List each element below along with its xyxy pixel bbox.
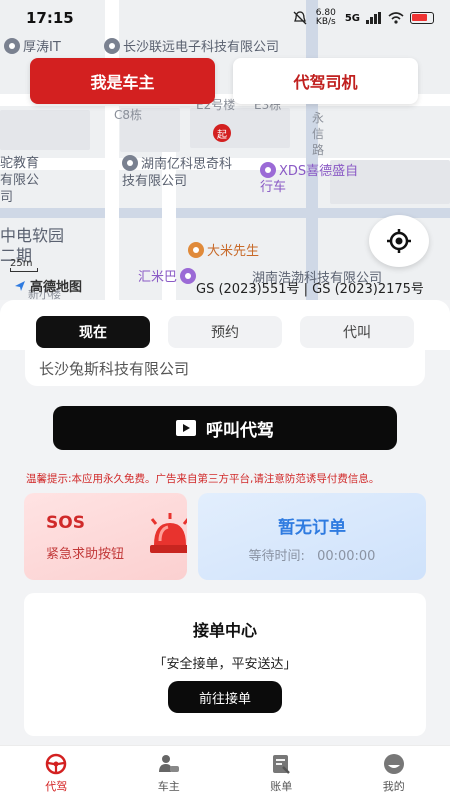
bottom-nav: 代驾 车主 账单 我的 [0,745,450,800]
pickup-address-field[interactable]: 长沙兔斯科技有限公司 [25,350,425,386]
video-icon [176,420,196,436]
map-poi[interactable]: 汇米巴 [138,268,199,287]
map-poi[interactable]: 驼教育有限公司 [0,155,48,206]
nav-label: 账单 [270,779,293,793]
order-wait-time: 等待时间: 00:00:00 [198,545,426,564]
call-driver-label: 呼叫代驾 [206,420,274,441]
user-car-icon [158,753,180,775]
nav-item-car-owner[interactable]: 车主 [113,746,226,800]
map-building [190,108,290,148]
wait-time-value: 00:00:00 [317,549,376,564]
shop-pin-icon [180,268,197,284]
map-scale-bar [10,268,38,272]
bill-icon [270,753,292,775]
locate-button[interactable] [369,215,429,267]
status-time: 17:15 [26,9,74,27]
tab-reserve[interactable]: 预约 [168,316,282,348]
tab-designated-driver[interactable]: 代驾司机 [233,58,418,104]
network-type: 5G [344,12,360,24]
navigation-arrow-icon [15,280,25,291]
nav-label: 代驾 [45,779,68,793]
nav-item-profile[interactable]: 我的 [338,746,450,800]
sos-title: SOS [46,513,85,533]
map-road [0,208,450,218]
tab-call-for-others[interactable]: 代叫 [300,316,414,348]
order-center-title: 接单中心 [192,621,257,640]
mode-tabs: 现在 预约 代叫 [36,316,414,348]
map-poi[interactable]: 湖南亿科思奇科技有限公司 [122,155,242,190]
mute-bell-icon [293,11,307,25]
shop-pin-icon [260,162,276,178]
location-pin-icon [4,38,20,54]
go-accept-orders-button[interactable]: 前往接单 [168,681,282,713]
crosshair-icon [387,229,411,253]
map-poi[interactable]: 长沙联远电子科技有限公司 [104,38,279,57]
tab-car-owner[interactable]: 我是车主 [30,58,215,104]
order-center-slogan: 「安全接单，平安送达」 [153,657,297,672]
booking-panel: 现在 预约 代叫 长沙兔斯科技有限公司 呼叫代驾 温馨提示:本应用永久免费。广告… [0,300,450,745]
role-switch: 我是车主 代驾司机 [30,58,418,104]
order-center-card: 接单中心 「安全接单，平安送达」 前往接单 [24,593,426,736]
location-pin-icon [122,155,138,171]
map-poi[interactable]: 大米先生 [188,242,259,261]
map-provider-logo: 高德地图 [14,276,82,295]
map-building [0,110,90,150]
map-label: C8栋 [114,108,143,122]
signal-icon [366,12,381,24]
siren-icon [150,513,187,553]
location-pin-icon [104,38,120,54]
order-status-title: 暂无订单 [278,518,346,538]
net-speed: 6.80 KB/s [315,8,336,27]
order-status-card[interactable]: 暂无订单 等待时间: 00:00:00 [198,493,426,580]
map-label: 永信路 [312,111,325,157]
start-marker[interactable]: 起 [213,124,231,142]
sos-subtitle: 紧急求助按钮 [46,547,125,562]
notice-text: 温馨提示:本应用永久免费。广告来自第三方平台,请注意防范诱导付费信息。 [26,473,380,485]
battery-icon [410,12,434,24]
steering-wheel-icon [45,753,67,775]
status-icons: 6.80 KB/s 5G [293,9,434,27]
call-driver-button[interactable]: 呼叫代驾 [53,406,397,450]
nav-item-driving[interactable]: 代驾 [0,746,113,800]
status-bar: 17:15 6.80 KB/s 5G [0,0,450,36]
map-poi[interactable]: XDS喜德盛自行车 [260,162,370,196]
wifi-icon [388,12,404,24]
food-pin-icon [188,242,204,258]
wait-time-label: 等待时间: [248,549,305,564]
sos-button[interactable]: SOS 紧急求助按钮 [24,493,187,580]
profile-icon [383,753,405,775]
nav-item-bills[interactable]: 账单 [225,746,338,800]
nav-label: 车主 [157,779,180,793]
map-license-text: GS (2023)551号 | GS (2023)2175号 [196,282,424,297]
tab-now[interactable]: 现在 [36,316,150,348]
nav-label: 我的 [382,779,405,793]
map-poi[interactable]: 厚涛IT [4,38,61,57]
